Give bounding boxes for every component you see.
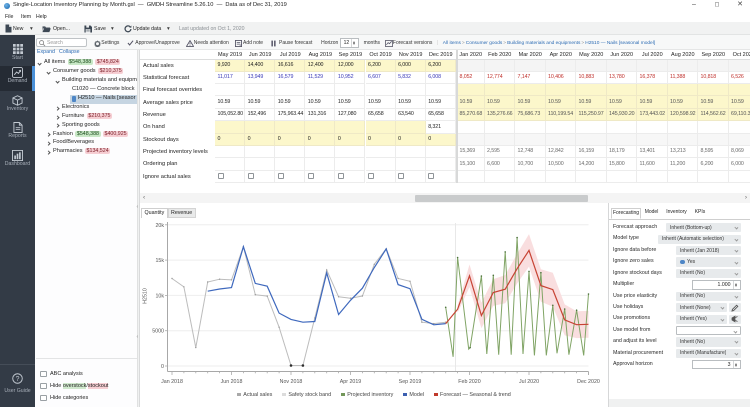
- svg-text:10k: 10k: [155, 293, 164, 299]
- svg-text:Feb 2020: Feb 2020: [458, 379, 480, 385]
- svg-text:5000: 5000: [152, 329, 164, 335]
- svg-text:Jul 2020: Jul 2020: [519, 379, 539, 385]
- svg-text:0: 0: [161, 364, 164, 370]
- svg-text:15k: 15k: [155, 258, 164, 264]
- svg-text:H2510: H2510: [143, 288, 149, 304]
- svg-text:Jun 2018: Jun 2018: [221, 379, 243, 385]
- svg-text:20k: 20k: [155, 223, 164, 229]
- svg-text:Nov 2018: Nov 2018: [280, 379, 303, 385]
- svg-text:Apr 2019: Apr 2019: [340, 379, 362, 385]
- svg-text:Dec 2020: Dec 2020: [577, 379, 600, 385]
- svg-text:Sep 2019: Sep 2019: [399, 379, 422, 385]
- svg-text:?: ?: [16, 376, 20, 383]
- svg-text:Jan 2018: Jan 2018: [161, 379, 183, 385]
